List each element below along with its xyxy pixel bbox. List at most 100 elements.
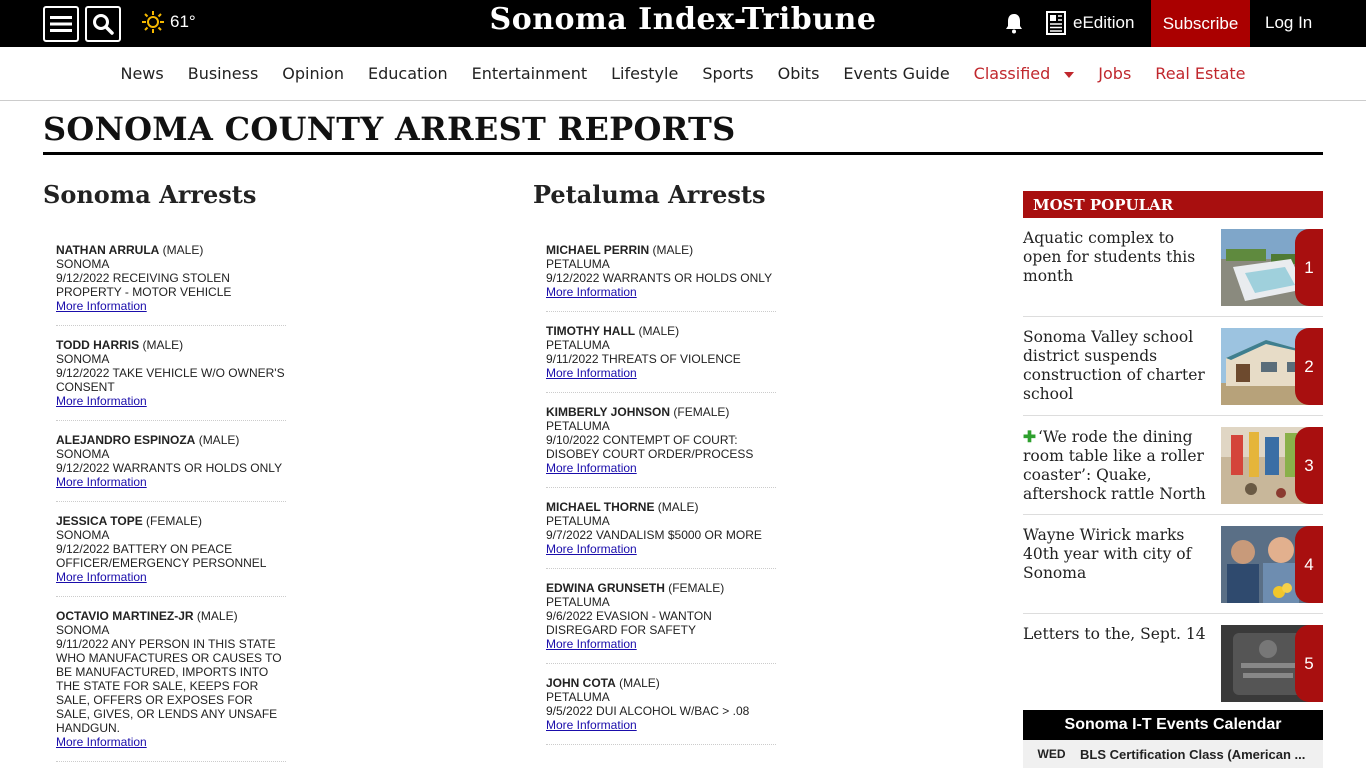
- more-information-link[interactable]: More Information: [56, 475, 286, 489]
- more-information-link[interactable]: More Information: [546, 718, 776, 732]
- nav-jobs[interactable]: Jobs: [1086, 64, 1143, 83]
- nav-sports[interactable]: Sports: [690, 64, 765, 83]
- more-information-link[interactable]: More Information: [56, 299, 286, 313]
- arrestee-sex: (FEMALE): [670, 405, 730, 419]
- nav-obits[interactable]: Obits: [766, 64, 832, 83]
- nav-events-guide[interactable]: Events Guide: [831, 64, 961, 83]
- popular-story-title[interactable]: Sonoma Valley school district suspends c…: [1023, 328, 1215, 404]
- arrest-entry: OCTAVIO MARTINEZ-JR (MALE) SONOMA 9/11/2…: [56, 609, 286, 762]
- more-information-link[interactable]: More Information: [56, 735, 286, 749]
- arrest-charge: 9/6/2022 EVASION - WANTON DISREGARD FOR …: [546, 609, 712, 637]
- arrest-charge: 9/12/2022 RECEIVING STOLEN PROPERTY - MO…: [56, 271, 232, 299]
- event-item[interactable]: WED BLS Certification Class (American ..…: [1023, 740, 1323, 768]
- arrest-charge: 9/11/2022 THREATS OF VIOLENCE: [546, 352, 741, 366]
- arrestee-sex: (MALE): [139, 338, 184, 352]
- events-calendar-heading[interactable]: Sonoma I-T Events Calendar: [1023, 710, 1323, 740]
- arrestee-city: PETALUMA: [546, 514, 610, 528]
- login-link[interactable]: Log In: [1265, 13, 1312, 33]
- more-information-link[interactable]: More Information: [56, 570, 286, 584]
- nav-opinion[interactable]: Opinion: [270, 64, 356, 83]
- popular-story[interactable]: Wayne Wirick marks 40th year with city o…: [1023, 516, 1323, 614]
- popular-story-title[interactable]: Wayne Wirick marks 40th year with city o…: [1023, 526, 1215, 583]
- more-information-link[interactable]: More Information: [546, 637, 776, 651]
- popular-story-thumbnail[interactable]: 3: [1221, 427, 1323, 504]
- eedition-label: eEdition: [1073, 13, 1135, 32]
- nav-classified[interactable]: Classified: [962, 64, 1087, 83]
- event-day: WED: [1037, 747, 1066, 761]
- chevron-down-icon[interactable]: [1064, 71, 1075, 78]
- nav-real-estate[interactable]: Real Estate: [1143, 64, 1257, 83]
- nav-news[interactable]: News: [108, 64, 175, 83]
- popular-story-thumbnail[interactable]: 4: [1221, 526, 1323, 603]
- arrestee-city: PETALUMA: [546, 338, 610, 352]
- arrest-entry: TIMOTHY HALL (MALE) PETALUMA 9/11/2022 T…: [546, 324, 776, 393]
- popular-story[interactable]: Aquatic complex to open for students thi…: [1023, 219, 1323, 317]
- popular-story-title-text: ‘We rode the dining room table like a ro…: [1023, 428, 1206, 503]
- arrestee-sex: (MALE): [649, 243, 694, 257]
- popular-story[interactable]: Sonoma Valley school district suspends c…: [1023, 318, 1323, 416]
- popular-story-thumbnail[interactable]: 5: [1221, 625, 1323, 702]
- arrest-entry: EDWINA GRUNSETH (FEMALE) PETALUMA 9/6/20…: [546, 581, 776, 664]
- more-information-link[interactable]: More Information: [546, 542, 776, 556]
- more-information-link[interactable]: More Information: [546, 366, 776, 380]
- popular-story-title[interactable]: Aquatic complex to open for students thi…: [1023, 229, 1215, 286]
- popular-story-title[interactable]: Letters to the, Sept. 14: [1023, 625, 1215, 644]
- plus-icon: ✚: [1023, 427, 1036, 446]
- arrest-charge: 9/12/2022 WARRANTS OR HOLDS ONLY: [546, 271, 773, 285]
- arrestee-name: MICHAEL PERRIN: [546, 243, 650, 257]
- arrest-entry: TODD HARRIS (MALE) SONOMA 9/12/2022 TAKE…: [56, 338, 286, 421]
- popular-story-thumbnail[interactable]: 1: [1221, 229, 1323, 306]
- popular-story[interactable]: ✚ ‘We rode the dining room table like a r…: [1023, 417, 1323, 515]
- arrestee-name: TODD HARRIS: [56, 338, 140, 352]
- more-information-link[interactable]: More Information: [56, 394, 286, 408]
- subscribe-button[interactable]: Subscribe: [1151, 0, 1250, 47]
- main-nav: News Business Opinion Education Entertai…: [0, 47, 1366, 101]
- nav-business[interactable]: Business: [176, 64, 271, 83]
- arrestee-city: SONOMA: [56, 447, 110, 461]
- arrest-entry: KIMBERLY JOHNSON (FEMALE) PETALUMA 9/10/…: [546, 405, 776, 488]
- sonoma-heading: Sonoma Arrests: [43, 180, 257, 209]
- arrest-entry: MICHAEL PERRIN (MALE) PETALUMA 9/12/2022…: [546, 243, 776, 312]
- arrestee-sex: (MALE): [159, 243, 204, 257]
- notifications-button[interactable]: [1003, 12, 1025, 38]
- arrest-entry: ALEJANDRO ESPINOZA (MALE) SONOMA 9/12/20…: [56, 433, 286, 502]
- nav-classified-label: Classified: [973, 64, 1051, 83]
- rank-badge: 3: [1295, 427, 1323, 504]
- petaluma-arrests-column: Petaluma Arrests MICHAEL PERRIN (MALE) P…: [533, 180, 776, 757]
- arrestee-sex: (MALE): [635, 324, 680, 338]
- most-popular-sidebar: MOST POPULAR Aquatic complex to open for…: [1023, 191, 1323, 713]
- arrest-charge: 9/11/2022 ANY PERSON IN THIS STATE WHO M…: [56, 637, 282, 735]
- arrestee-name: NATHAN ARRULA: [56, 243, 160, 257]
- arrest-charge: 9/10/2022 CONTEMPT OF COURT: DISOBEY COU…: [546, 433, 754, 461]
- popular-story-thumbnail[interactable]: 2: [1221, 328, 1323, 405]
- top-bar: 61° Sonoma Index-Tribune eEdition Subscr…: [0, 0, 1366, 47]
- sonoma-arrests-column: Sonoma Arrests NATHAN ARRULA (MALE) SONO…: [43, 180, 286, 768]
- rank-badge: 1: [1295, 229, 1323, 306]
- nav-entertainment[interactable]: Entertainment: [460, 64, 599, 83]
- nav-education[interactable]: Education: [356, 64, 460, 83]
- more-information-link[interactable]: More Information: [546, 285, 776, 299]
- arrestee-city: PETALUMA: [546, 419, 610, 433]
- arrestee-city: PETALUMA: [546, 690, 610, 704]
- arrestee-name: TIMOTHY HALL: [546, 324, 636, 338]
- more-information-link[interactable]: More Information: [546, 461, 776, 475]
- arrestee-city: SONOMA: [56, 257, 110, 271]
- arrestee-sex: (MALE): [193, 609, 238, 623]
- arrestee-sex: (MALE): [195, 433, 240, 447]
- rank-badge: 5: [1295, 625, 1323, 702]
- arrest-charge: 9/12/2022 WARRANTS OR HOLDS ONLY: [56, 461, 283, 475]
- event-title[interactable]: BLS Certification Class (American ...: [1080, 747, 1310, 762]
- arrest-charge: 9/12/2022 BATTERY ON PEACE OFFICER/EMERG…: [56, 542, 267, 570]
- popular-story-title[interactable]: ✚ ‘We rode the dining room table like a r…: [1023, 427, 1215, 504]
- page-title: SONOMA COUNTY ARREST REPORTS: [43, 110, 1323, 155]
- newspaper-icon: [1046, 11, 1066, 35]
- eedition-link[interactable]: eEdition: [1045, 11, 1134, 35]
- arrestee-sex: (FEMALE): [142, 514, 203, 528]
- arrestee-city: PETALUMA: [546, 595, 610, 609]
- arrest-entry: MICHAEL THORNE (MALE) PETALUMA 9/7/2022 …: [546, 500, 776, 569]
- arrest-entry: JESSICA TOPE (FEMALE) SONOMA 9/12/2022 B…: [56, 514, 286, 597]
- arrestee-city: SONOMA: [56, 352, 110, 366]
- arrestee-name: ALEJANDRO ESPINOZA: [56, 433, 196, 447]
- popular-story[interactable]: Letters to the, Sept. 14 5: [1023, 615, 1323, 713]
- nav-lifestyle[interactable]: Lifestyle: [599, 64, 690, 83]
